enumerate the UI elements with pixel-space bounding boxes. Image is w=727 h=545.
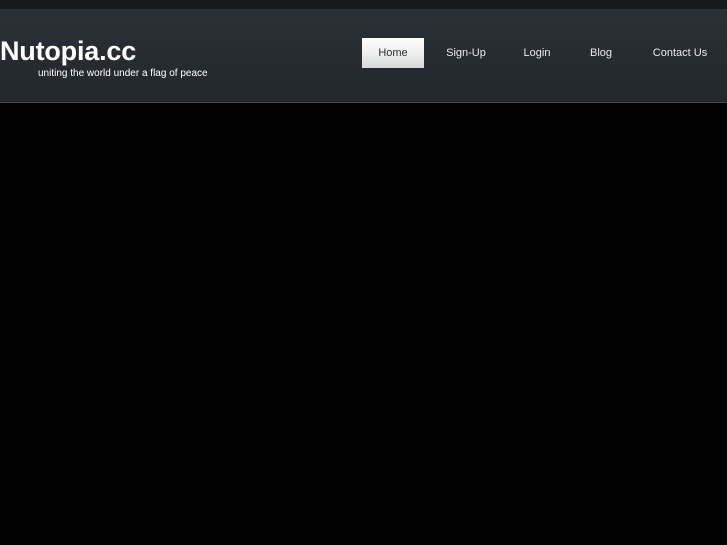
nav-login[interactable]: Login bbox=[508, 38, 566, 68]
top-strip bbox=[0, 0, 727, 9]
site-header: Nutopia.cc uniting the world under a fla… bbox=[0, 9, 727, 103]
nav-home[interactable]: Home bbox=[362, 38, 424, 68]
nav-contact-us[interactable]: Contact Us bbox=[636, 38, 724, 68]
nav-blog[interactable]: Blog bbox=[566, 38, 636, 68]
main-nav: Home Sign-Up Login Blog Contact Us bbox=[362, 38, 724, 68]
main-content-area bbox=[0, 103, 727, 545]
nav-sign-up[interactable]: Sign-Up bbox=[424, 38, 508, 68]
site-tagline: uniting the world under a flag of peace bbox=[38, 68, 208, 79]
site-title[interactable]: Nutopia.cc bbox=[0, 35, 136, 67]
